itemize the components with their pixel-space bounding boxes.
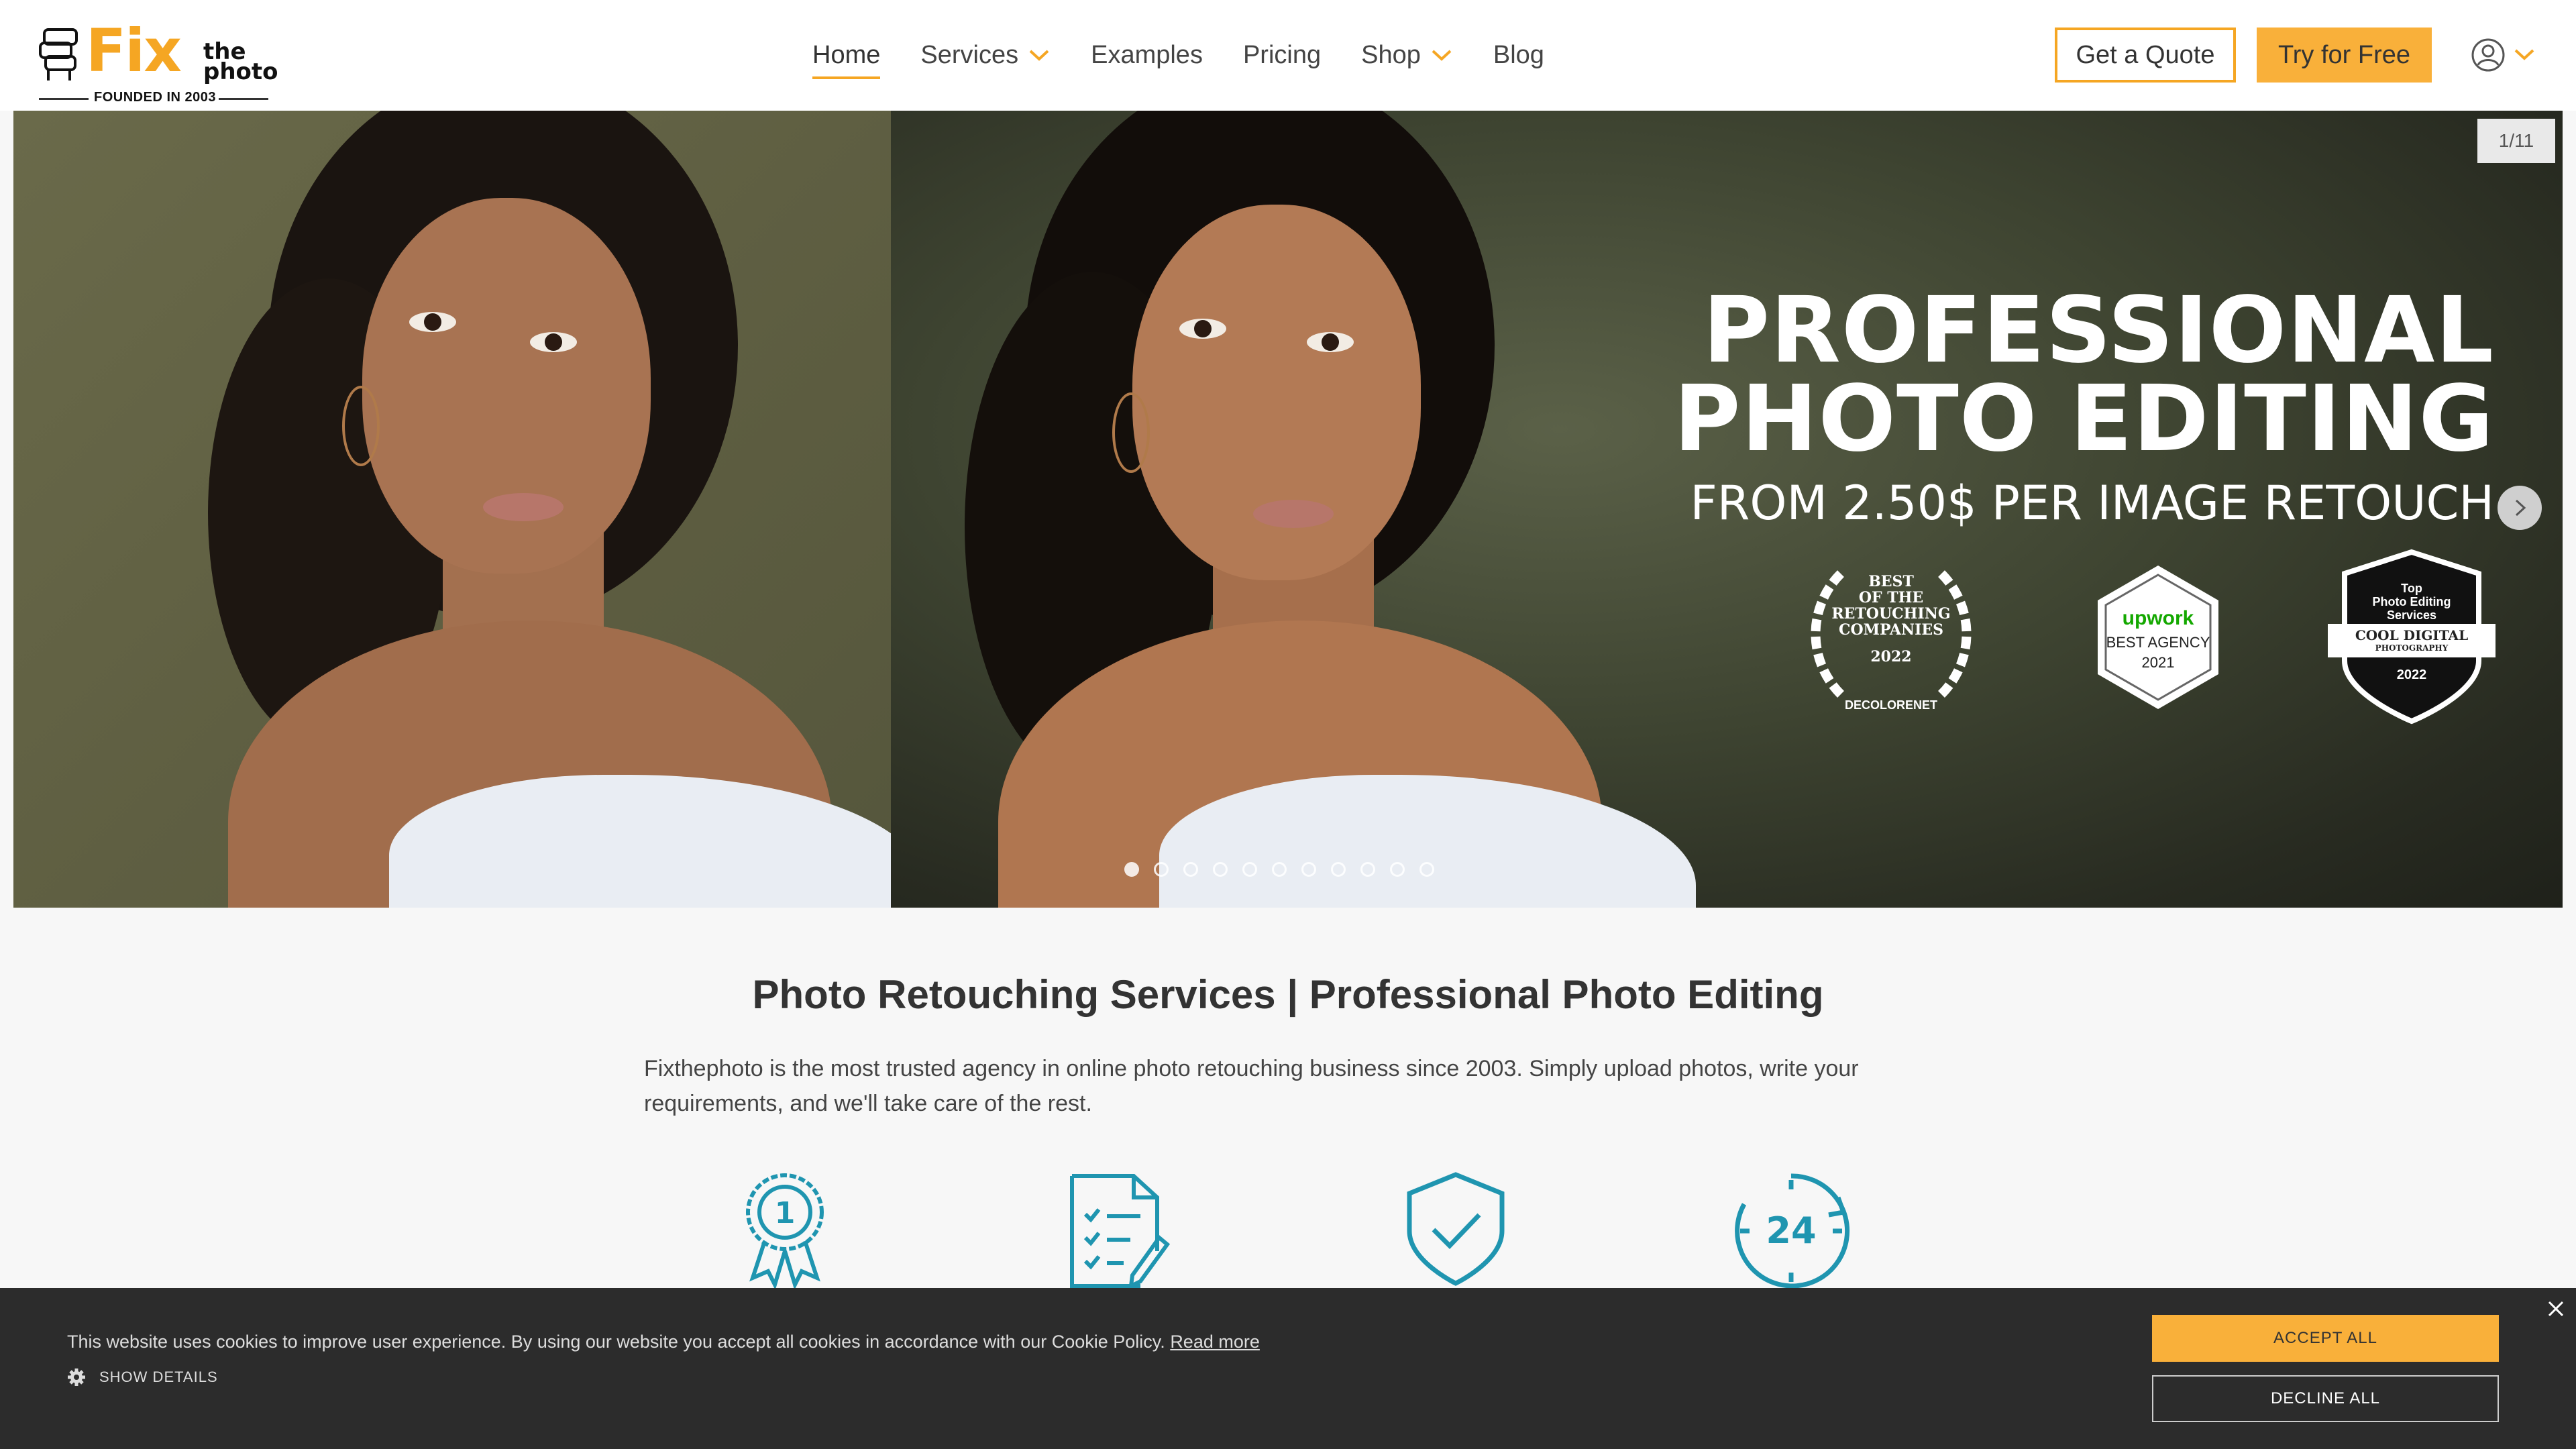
headline-line-1: PROFESSIONAL: [1703, 278, 2494, 384]
decline-all-button[interactable]: DECLINE ALL: [2152, 1375, 2499, 1422]
badge-brand: COOL DIGITAL: [2355, 627, 2469, 643]
nav-item-label: Examples: [1091, 40, 1203, 69]
upwork-best-agency-badge: upwork BEST AGENCY 2021: [2068, 547, 2249, 728]
badge-brand-sub: PHOTOGRAPHY: [2375, 643, 2449, 653]
nav-item-label: Shop: [1361, 40, 1421, 69]
badge-text: Top: [2401, 582, 2422, 595]
nav-item-label: Blog: [1493, 40, 1544, 69]
logo-fix-text: Fix: [86, 16, 182, 85]
nav-item-label: Services: [920, 40, 1019, 69]
badge-text: COMPANIES: [1838, 621, 1944, 639]
nav-item-shop[interactable]: Shop: [1361, 41, 1453, 70]
accept-all-button[interactable]: ACCEPT ALL: [2152, 1315, 2499, 1362]
hero-headline: PROFESSIONAL PHOTO EDITING FROM 2.50$ PE…: [1673, 278, 2494, 533]
read-more-link[interactable]: Read more: [1170, 1332, 1260, 1352]
cookie-message-text: This website uses cookies to improve use…: [67, 1332, 1165, 1352]
main-nav: Home Services Examples Pricing Shop Blog: [812, 35, 1585, 79]
slider-dot[interactable]: [1272, 862, 1287, 877]
slider-dot[interactable]: [1183, 862, 1198, 877]
shield-check-icon: [1407, 1172, 1505, 1286]
page-title: Photo Retouching Services | Professional…: [752, 972, 1824, 1017]
clock-24-icon: 24: [1735, 1173, 1850, 1289]
badge-brand: DECOLORENET: [1844, 698, 1937, 712]
badge-text: BEST AGENCY: [2106, 634, 2210, 651]
fixthephoto-logo[interactable]: Fix the photo FOUNDED IN 2003: [39, 21, 278, 106]
clock-24-label: 24: [1766, 1210, 1816, 1252]
badge-text: OF THE: [1858, 589, 1924, 606]
slider-dot[interactable]: [1390, 862, 1405, 877]
slider-dot[interactable]: [1360, 862, 1375, 877]
logo-divider-left: [39, 98, 89, 100]
slider-next-button[interactable]: [2498, 486, 2542, 530]
logo-divider-right: [219, 98, 268, 100]
before-photo: [13, 111, 926, 908]
headline-price: FROM 2.50$ PER IMAGE RETOUCH: [1690, 476, 2494, 531]
cookie-message: This website uses cookies to improve use…: [67, 1332, 1260, 1352]
intro-paragraph: Fixthephoto is the most trusted agency i…: [644, 1056, 1859, 1116]
logo-hand-icon: [39, 28, 78, 80]
badge-text: RETOUCHING: [1831, 605, 1951, 623]
hero-slider: 1/11 PROFESSIONAL PHOTO EDITING FROM 2.5…: [13, 111, 2563, 908]
logo-tagline: FOUNDED IN 2003: [94, 90, 216, 105]
award-ribbon-icon: 1: [746, 1173, 824, 1288]
chevron-right-icon: [2515, 499, 2526, 517]
try-for-free-button[interactable]: Try for Free: [2257, 28, 2432, 83]
nav-item-label: Home: [812, 40, 881, 69]
slider-dot[interactable]: [1124, 862, 1139, 877]
get-a-quote-button[interactable]: Get a Quote: [2055, 28, 2236, 83]
badge-year: 2022: [1870, 648, 1912, 665]
slider-dot[interactable]: [1331, 862, 1346, 877]
nav-item-blog[interactable]: Blog: [1493, 41, 1544, 70]
checklist-document-icon: [1070, 1174, 1171, 1290]
chevron-down-icon[interactable]: [2513, 47, 2536, 62]
close-icon[interactable]: [2546, 1299, 2566, 1319]
show-details-label: SHOW DETAILS: [99, 1368, 218, 1385]
slider-dot[interactable]: [1154, 862, 1169, 877]
slider-dot[interactable]: [1419, 862, 1434, 877]
nav-item-pricing[interactable]: Pricing: [1243, 41, 1321, 70]
badge-text: BEST: [1868, 573, 1914, 590]
show-details-toggle[interactable]: SHOW DETAILS: [67, 1368, 218, 1387]
badge-text: Services: [2386, 608, 2437, 622]
slider-pagination: [1124, 862, 1449, 877]
user-account-icon[interactable]: [2471, 38, 2506, 72]
upwork-logo-text: upwork: [2122, 607, 2194, 629]
badge-year: 2022: [2396, 667, 2427, 682]
award-number: 1: [775, 1196, 796, 1230]
nav-item-services[interactable]: Services: [920, 41, 1051, 70]
cool-digital-photography-badge: Top Photo Editing Services COOL DIGITAL …: [2321, 547, 2502, 728]
chevron-down-icon: [1432, 50, 1452, 61]
best-retouching-companies-badge: BEST OF THE RETOUCHING COMPANIES 2022 DE…: [1801, 547, 1982, 728]
slider-dot[interactable]: [1242, 862, 1257, 877]
gear-icon: [68, 1368, 85, 1386]
slider-dot[interactable]: [1213, 862, 1228, 877]
cookie-banner: [0, 1288, 2576, 1449]
nav-item-examples[interactable]: Examples: [1091, 41, 1203, 70]
site-header: Fix the photo FOUNDED IN 2003 Home Servi…: [0, 0, 2576, 111]
badge-year: 2021: [2141, 654, 2175, 671]
slide-counter: 1/11: [2477, 119, 2555, 163]
badge-text: Photo Editing: [2372, 595, 2451, 608]
slider-dot[interactable]: [1301, 862, 1316, 877]
headline-line-2: PHOTO EDITING: [1673, 366, 2494, 472]
logo-photo-text: photo: [203, 58, 278, 85]
nav-item-label: Pricing: [1242, 40, 1322, 69]
chevron-down-icon: [1029, 50, 1049, 61]
nav-item-home[interactable]: Home: [812, 40, 881, 79]
